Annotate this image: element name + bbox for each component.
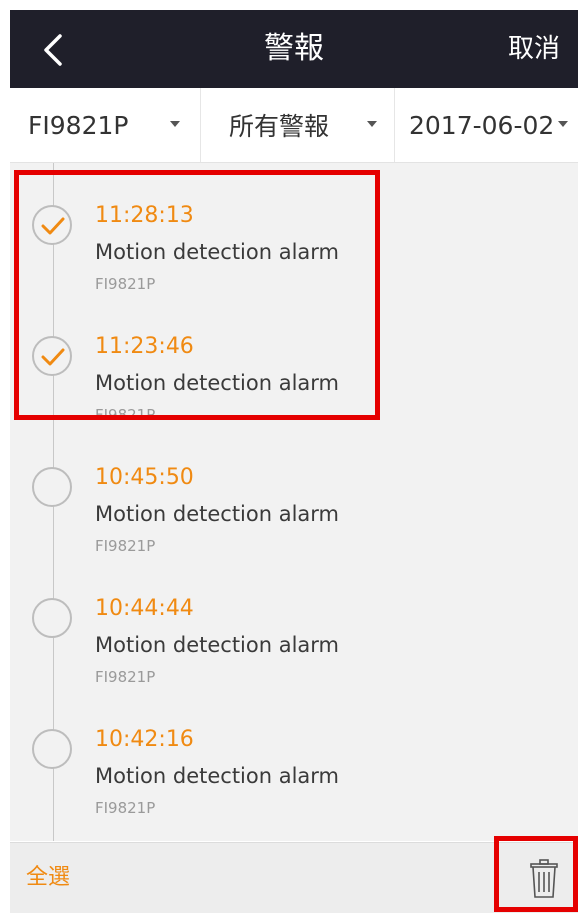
device-filter-dropdown[interactable]: FI9821P [10,88,200,162]
device-filter-label: FI9821P [28,110,129,140]
alarm-time: 11:28:13 [95,203,194,228]
alarm-description: Motion detection alarm [95,240,340,264]
select-all-button[interactable]: 全選 [26,843,70,913]
dropdown-caret-icon [367,121,377,127]
checkmark-icon [41,217,65,235]
date-filter-dropdown[interactable]: 2017-06-02 [395,88,578,162]
alarm-item[interactable]: 10:44:44 Motion detection alarm FI9821P [10,576,578,696]
footer-bar: 全選 [10,842,578,913]
select-checkbox[interactable] [32,729,72,769]
dropdown-caret-icon [558,121,568,127]
cancel-button[interactable]: 取消 [508,10,560,88]
alarm-time: 10:45:50 [95,465,194,490]
alarm-time: 10:42:16 [95,727,194,752]
alarm-description: Motion detection alarm [95,633,340,657]
alarm-type-filter-dropdown[interactable]: 所有警報 [201,88,394,162]
alarm-type-filter-label: 所有警報 [229,112,330,141]
alarm-item[interactable]: 11:28:13 Motion detection alarm FI9821P [10,183,578,303]
select-checkbox[interactable] [32,467,72,507]
date-filter-label: 2017-06-02 [409,110,555,140]
app-header: 警報 取消 [10,10,578,88]
filter-bar: FI9821P 所有警報 2017-06-02 [10,88,578,163]
alarm-time: 10:44:44 [95,596,194,621]
alarm-device: FI9821P [95,799,156,817]
dropdown-caret-icon [170,121,180,127]
select-checkbox[interactable] [32,205,72,245]
delete-button[interactable] [530,859,558,899]
alarm-description: Motion detection alarm [95,764,340,788]
alarm-description: Motion detection alarm [95,502,340,526]
alarm-description: Motion detection alarm [95,371,340,395]
alarm-item[interactable]: 11:23:46 Motion detection alarm FI9821P [10,314,578,434]
alarm-list[interactable]: 11:28:13 Motion detection alarm FI9821P 11:… [10,163,578,841]
trash-icon [530,859,558,898]
alarm-time: 11:23:46 [95,334,194,359]
alarm-device: FI9821P [95,668,156,686]
page-title: 警報 [264,31,324,66]
checkmark-icon [41,348,65,366]
alarm-device: FI9821P [95,275,156,293]
alarm-device: FI9821P [95,537,156,555]
alarm-item[interactable]: 10:42:16 Motion detection alarm FI9821P [10,707,578,827]
alarm-device: FI9821P [95,406,156,424]
select-checkbox[interactable] [32,336,72,376]
select-checkbox[interactable] [32,598,72,638]
alarm-item[interactable]: 10:45:50 Motion detection alarm FI9821P [10,445,578,565]
